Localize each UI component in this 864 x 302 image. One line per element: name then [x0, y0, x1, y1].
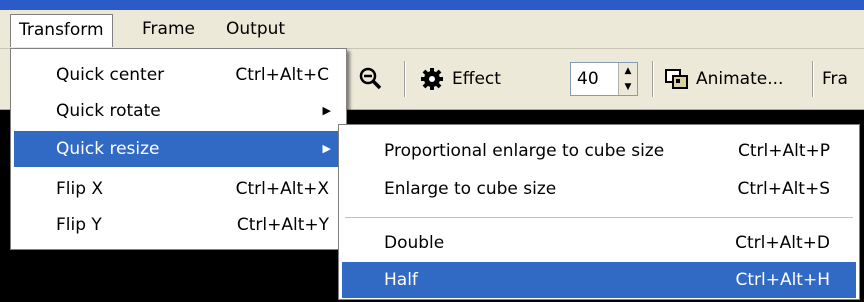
transform-menu: Quick center Ctrl+Alt+C Quick rotate ▶ Q… — [10, 48, 347, 250]
menu-item-label: Quick center — [56, 65, 165, 85]
menu-item-shortcut: Ctrl+Alt+D — [735, 233, 830, 253]
menu-item-label: Quick resize — [56, 139, 160, 159]
menu-item-flip-x[interactable]: Flip X Ctrl+Alt+X — [14, 171, 343, 207]
toolbar-separator — [652, 61, 654, 97]
stepper-buttons: ▲ ▼ — [618, 63, 637, 95]
menu-bar: Transform Frame Output — [0, 10, 864, 49]
menu-item-shortcut: Ctrl+Alt+Y — [236, 215, 329, 235]
menu-separator — [345, 217, 853, 219]
menu-item-label: Half — [384, 270, 418, 290]
animate-label: Animate... — [696, 69, 784, 89]
menu-item-quick-rotate[interactable]: Quick rotate ▶ — [14, 93, 343, 129]
animate-button[interactable]: Animate... — [664, 59, 783, 99]
menu-output[interactable]: Output — [218, 14, 293, 44]
menu-item-quick-center[interactable]: Quick center Ctrl+Alt+C — [14, 57, 343, 93]
menu-item-shortcut: Ctrl+Alt+X — [235, 179, 329, 199]
frame-button[interactable]: Fra — [822, 59, 848, 99]
quick-resize-submenu: Proportional enlarge to cube size Ctrl+A… — [338, 124, 860, 300]
toolbar-separator — [404, 61, 406, 97]
menu-item-quick-resize[interactable]: Quick resize ▶ — [14, 131, 343, 167]
animate-frames-icon — [665, 69, 688, 89]
magnifier-minus-icon — [359, 67, 382, 90]
stepper-up-icon[interactable]: ▲ — [619, 63, 637, 79]
menu-item-proportional-enlarge[interactable]: Proportional enlarge to cube size Ctrl+A… — [342, 133, 856, 169]
menu-item-label: Flip X — [56, 179, 104, 199]
menu-item-shortcut: Ctrl+Alt+S — [737, 179, 830, 199]
menu-transform[interactable]: Transform — [10, 14, 113, 47]
menu-item-label: Enlarge to cube size — [384, 179, 557, 199]
menu-item-double[interactable]: Double Ctrl+Alt+D — [342, 225, 856, 261]
stepper-down-icon[interactable]: ▼ — [619, 79, 637, 95]
menu-item-label: Quick rotate — [56, 101, 161, 121]
effect-label: Effect — [452, 69, 501, 89]
menu-item-label: Double — [384, 233, 445, 253]
menu-item-enlarge-to-cube[interactable]: Enlarge to cube size Ctrl+Alt+S — [342, 171, 856, 207]
frame-label: Fra — [822, 69, 848, 89]
submenu-arrow-icon: ▶ — [322, 142, 331, 155]
title-bar-strip — [0, 0, 864, 10]
menu-item-half[interactable]: Half Ctrl+Alt+H — [342, 262, 856, 298]
gear-icon — [421, 68, 443, 90]
menu-item-shortcut: Ctrl+Alt+H — [735, 270, 830, 290]
stepper-value: 40 — [577, 69, 599, 89]
zoom-out-button[interactable] — [358, 59, 384, 99]
effect-button[interactable]: Effect — [420, 59, 501, 99]
menu-item-shortcut: Ctrl+Alt+C — [235, 65, 329, 85]
effect-value-stepper[interactable]: 40 ▲ ▼ — [570, 62, 638, 96]
submenu-arrow-icon: ▶ — [322, 104, 331, 117]
menu-item-flip-y[interactable]: Flip Y Ctrl+Alt+Y — [14, 207, 343, 243]
menu-item-label: Flip Y — [56, 215, 102, 235]
menu-item-shortcut: Ctrl+Alt+P — [737, 141, 830, 161]
menu-frame[interactable]: Frame — [134, 14, 203, 44]
menu-item-label: Proportional enlarge to cube size — [384, 141, 665, 161]
toolbar-separator — [812, 61, 814, 97]
